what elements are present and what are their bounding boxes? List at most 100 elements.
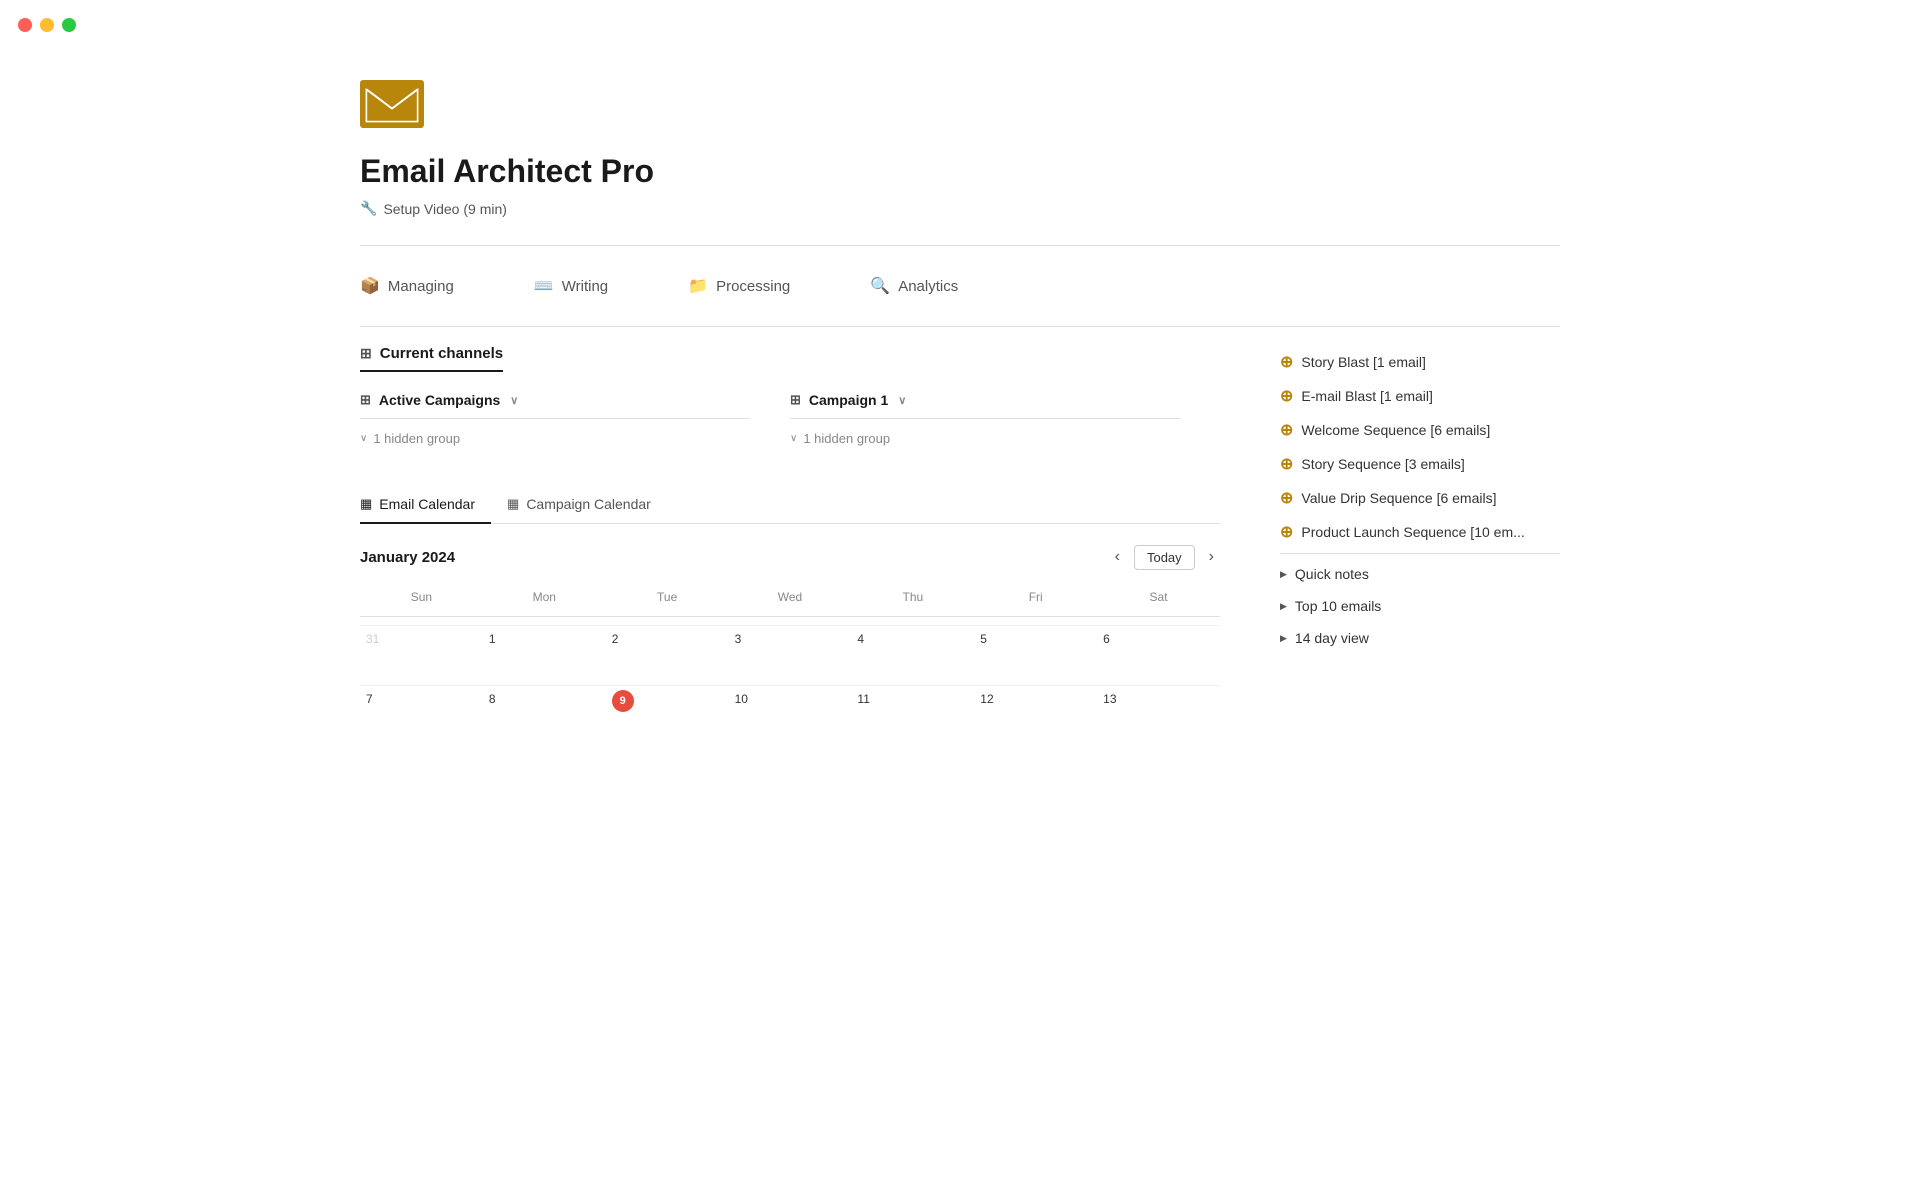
sequence-story-label: Story Sequence [3 emails]	[1301, 456, 1464, 472]
tab-managing-label: Managing	[388, 278, 454, 295]
plus-icon-4: ⊕	[1280, 488, 1293, 508]
analytics-icon: 🔍	[870, 276, 890, 296]
top-divider	[360, 245, 1560, 246]
day-wed: Wed	[729, 586, 852, 608]
cal-day-7[interactable]: 7	[360, 685, 483, 745]
active-campaigns-title[interactable]: ⊞ Active Campaigns ∨	[360, 392, 750, 419]
tab-processing[interactable]: 📁 Processing	[688, 264, 790, 308]
expandable-14-day[interactable]: ▶ 14 day view	[1280, 622, 1560, 654]
calendar-nav: ‹ Today ›	[1109, 544, 1220, 570]
main-content: Email Architect Pro 🔧 Setup Video (9 min…	[260, 0, 1660, 805]
close-button[interactable]	[18, 18, 32, 32]
tab-processing-label: Processing	[716, 278, 790, 295]
sequence-value-drip-label: Value Drip Sequence [6 emails]	[1301, 490, 1496, 506]
calendar-grid: 31 1 2 3 4 5 6 7 8 9 10 11 12 13	[360, 625, 1220, 745]
today-button[interactable]: Today	[1134, 545, 1195, 570]
campaign1-icon: ⊞	[790, 392, 801, 408]
app-title: Email Architect Pro	[360, 153, 1560, 190]
tab-managing[interactable]: 📦 Managing	[360, 264, 454, 308]
quick-notes-label: Quick notes	[1295, 566, 1369, 582]
14-day-label: 14 day view	[1295, 630, 1369, 646]
hidden-group-chevron: ∨	[360, 433, 367, 444]
processing-icon: 📁	[688, 276, 708, 296]
sequence-value-drip[interactable]: ⊕ Value Drip Sequence [6 emails]	[1280, 481, 1560, 515]
maximize-button[interactable]	[62, 18, 76, 32]
plus-icon-3: ⊕	[1280, 454, 1293, 474]
sequence-product-launch[interactable]: ⊕ Product Launch Sequence [10 em...	[1280, 515, 1560, 549]
campaign1-chevron: ∨	[898, 394, 906, 407]
cal-day-5[interactable]: 5	[974, 625, 1097, 685]
today-marker: 9	[612, 690, 634, 712]
tab-writing[interactable]: ⌨️ Writing	[534, 264, 608, 308]
sequence-story[interactable]: ⊕ Story Sequence [3 emails]	[1280, 447, 1560, 481]
cal-day-12[interactable]: 12	[974, 685, 1097, 745]
cal-day-11[interactable]: 11	[851, 685, 974, 745]
sequence-story-blast[interactable]: ⊕ Story Blast [1 email]	[1280, 345, 1560, 379]
tab-email-calendar[interactable]: ▦ Email Calendar	[360, 486, 491, 524]
campaign1-block: ⊞ Campaign 1 ∨ ∨ 1 hidden group	[790, 392, 1220, 446]
setup-video-label: Setup Video (9 min)	[383, 201, 506, 217]
cal-day-4[interactable]: 4	[851, 625, 974, 685]
day-mon: Mon	[483, 586, 606, 608]
two-col-layout: ⊞ Current channels ⊞ Active Campaigns ∨ …	[360, 345, 1560, 745]
tri-icon-2: ▶	[1280, 633, 1287, 644]
minimize-button[interactable]	[40, 18, 54, 32]
channels-icon: ⊞	[360, 345, 372, 362]
sequence-email-blast[interactable]: ⊕ E-mail Blast [1 email]	[1280, 379, 1560, 413]
sequence-welcome[interactable]: ⊕ Welcome Sequence [6 emails]	[1280, 413, 1560, 447]
cal-day-3[interactable]: 3	[729, 625, 852, 685]
tab-analytics-label: Analytics	[898, 278, 958, 295]
managing-icon: 📦	[360, 276, 380, 296]
calendar-month: January 2024	[360, 549, 455, 566]
setup-video-link[interactable]: 🔧 Setup Video (9 min)	[360, 200, 1560, 217]
cal-day-10[interactable]: 10	[729, 685, 852, 745]
cal-day-6[interactable]: 6	[1097, 625, 1220, 685]
calendar-tabs: ▦ Email Calendar ▦ Campaign Calendar	[360, 486, 1220, 524]
campaign1-hidden-group[interactable]: ∨ 1 hidden group	[790, 431, 1180, 446]
sequence-email-blast-label: E-mail Blast [1 email]	[1301, 388, 1432, 404]
cal-day-9-today[interactable]: 9	[606, 685, 729, 745]
campaign-calendar-label: Campaign Calendar	[526, 496, 651, 512]
day-thu: Thu	[851, 586, 974, 608]
cal-day-1[interactable]: 1	[483, 625, 606, 685]
plus-icon-2: ⊕	[1280, 420, 1293, 440]
nav-tabs: 📦 Managing ⌨️ Writing 📁 Processing 🔍 Ana…	[360, 264, 1560, 308]
sequence-product-launch-label: Product Launch Sequence [10 em...	[1301, 524, 1524, 540]
active-campaigns-hidden-label: 1 hidden group	[373, 431, 460, 446]
tab-writing-label: Writing	[562, 278, 608, 295]
tab-analytics[interactable]: 🔍 Analytics	[870, 264, 958, 308]
calendar-section: ▦ Email Calendar ▦ Campaign Calendar Jan…	[360, 486, 1220, 745]
cal-day-dec31: 31	[360, 625, 483, 685]
top-emails-label: Top 10 emails	[1295, 598, 1381, 614]
email-calendar-label: Email Calendar	[379, 496, 475, 512]
day-sun: Sun	[360, 586, 483, 608]
next-month-button[interactable]: ›	[1203, 544, 1220, 570]
cal-day-13[interactable]: 13	[1097, 685, 1220, 745]
app-icon	[360, 80, 1560, 153]
sidebar-divider	[1280, 553, 1560, 554]
day-fri: Fri	[974, 586, 1097, 608]
sequence-welcome-label: Welcome Sequence [6 emails]	[1301, 422, 1490, 438]
tab-campaign-calendar[interactable]: ▦ Campaign Calendar	[507, 486, 667, 524]
campaign1-label: Campaign 1	[809, 392, 888, 408]
active-campaigns-block: ⊞ Active Campaigns ∨ ∨ 1 hidden group	[360, 392, 790, 446]
plus-icon-0: ⊕	[1280, 352, 1293, 372]
sequence-story-blast-label: Story Blast [1 email]	[1301, 354, 1426, 370]
current-channels-label: Current channels	[380, 345, 503, 362]
expandable-top-emails[interactable]: ▶ Top 10 emails	[1280, 590, 1560, 622]
writing-icon: ⌨️	[534, 276, 554, 296]
active-campaigns-hidden-group[interactable]: ∨ 1 hidden group	[360, 431, 750, 446]
calendar-header: January 2024 ‹ Today ›	[360, 544, 1220, 570]
campaign-cal-icon: ▦	[507, 496, 519, 512]
cal-day-2[interactable]: 2	[606, 625, 729, 685]
expandable-quick-notes[interactable]: ▶ Quick notes	[1280, 558, 1560, 590]
cal-day-8[interactable]: 8	[483, 685, 606, 745]
day-tue: Tue	[606, 586, 729, 608]
campaign1-title[interactable]: ⊞ Campaign 1 ∨	[790, 392, 1180, 419]
prev-month-button[interactable]: ‹	[1109, 544, 1126, 570]
email-cal-icon: ▦	[360, 496, 372, 512]
left-col: ⊞ Current channels ⊞ Active Campaigns ∨ …	[360, 345, 1220, 745]
tri-icon-1: ▶	[1280, 601, 1287, 612]
nav-divider	[360, 326, 1560, 327]
active-campaigns-label: Active Campaigns	[379, 392, 500, 408]
